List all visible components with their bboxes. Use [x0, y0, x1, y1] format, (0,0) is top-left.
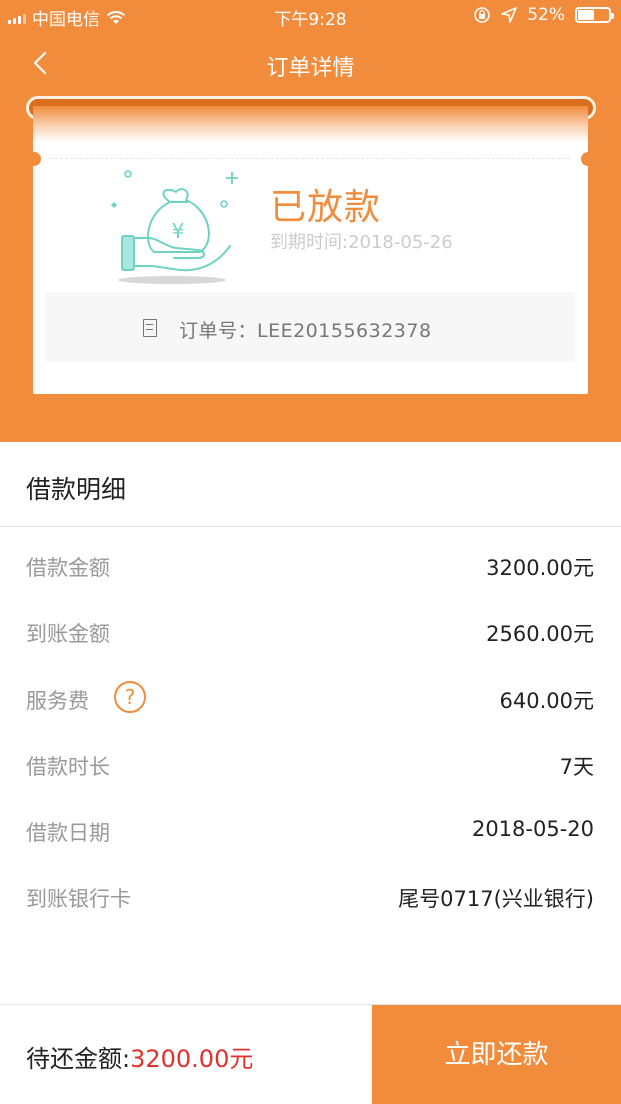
detail-value: 2560.00元	[486, 622, 594, 646]
amount-due-value: 3200.00元	[130, 1045, 254, 1073]
amount-due-label: 待还金额:3200.00元	[26, 1039, 253, 1074]
detail-row-loan-date: 借款日期 2018-05-20	[0, 811, 621, 851]
status-bar: 中国电信 下午9:28 52%	[0, 0, 621, 32]
location-icon	[501, 7, 518, 23]
amount-due-caption: 待还金额:	[26, 1045, 131, 1073]
detail-label: 到账金额	[26, 622, 110, 646]
svg-text:¥: ¥	[172, 219, 185, 243]
battery-percent: 52%	[527, 5, 565, 25]
help-icon[interactable]: ?	[114, 681, 146, 713]
due-date: 到期时间:2018-05-26	[270, 232, 453, 253]
order-status: 已放款	[270, 187, 382, 228]
battery-icon	[575, 7, 614, 23]
detail-value: 尾号0717(兴业银行)	[398, 887, 594, 911]
repay-now-button[interactable]: 立即还款	[372, 1005, 621, 1104]
detail-label: 服务费	[26, 689, 89, 713]
section-title: 借款明细	[26, 475, 127, 504]
bottom-bar: 待还金额:3200.00元 立即还款	[0, 1004, 621, 1104]
ticket-notch-left	[27, 152, 41, 166]
detail-label: 借款金额	[26, 556, 110, 580]
detail-row-received-amount: 到账金额 2560.00元	[0, 612, 621, 652]
detail-row-bank-card: 到账银行卡 尾号0717(兴业银行)	[0, 877, 621, 917]
detail-row-loan-duration: 借款时长 7天	[0, 745, 621, 785]
money-bag-icon: ¥	[111, 170, 238, 284]
document-icon	[143, 319, 157, 337]
detail-value: 7天	[559, 755, 594, 779]
detail-row-service-fee: 服务费 ? 640.00元	[0, 679, 621, 719]
detail-label: 借款时长	[26, 755, 110, 779]
detail-value: 2018-05-20	[471, 817, 594, 841]
status-right: 52%	[473, 5, 614, 25]
detail-label: 到账银行卡	[26, 887, 131, 911]
detail-value: 3200.00元	[486, 556, 594, 580]
detail-value: 640.00元	[499, 689, 594, 713]
order-number-box: 订单号：LEE20155632378	[45, 292, 575, 362]
detail-row-loan-amount: 借款金额 3200.00元	[0, 546, 621, 586]
ticket-fade	[33, 106, 588, 142]
page-title: 订单详情	[266, 56, 355, 81]
order-number: 订单号：LEE20155632378	[179, 320, 432, 342]
lock-rotation-icon	[474, 7, 491, 23]
detail-label: 借款日期	[26, 821, 110, 845]
ticket-notch-right	[581, 152, 595, 166]
section-divider	[0, 526, 621, 527]
nav-bar: 订单详情	[0, 36, 621, 90]
ticket-dashed-divider	[50, 158, 570, 159]
